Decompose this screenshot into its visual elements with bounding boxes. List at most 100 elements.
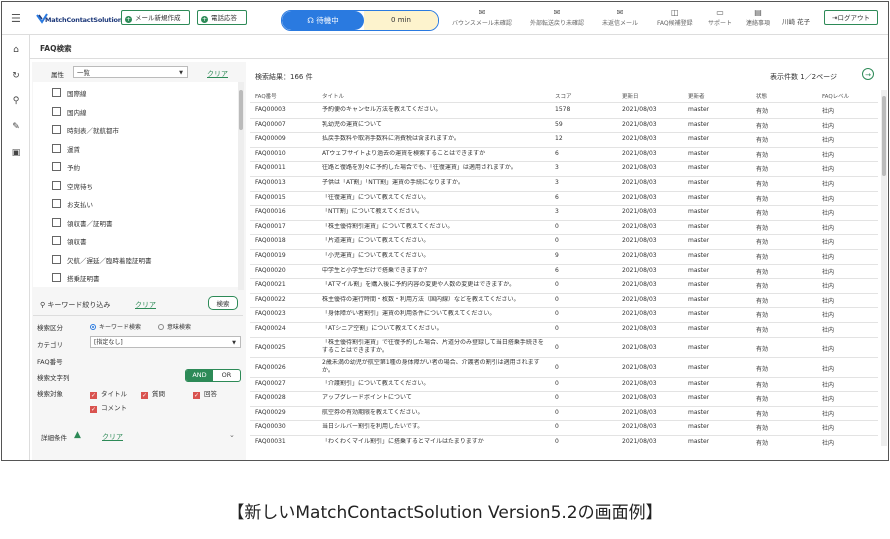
faq-title-cell[interactable]: 往路と復路を別々に予約した場合でも、「往復運賃」は適用されますか。 bbox=[322, 164, 547, 172]
logout-button[interactable]: ⇥ログアウト bbox=[824, 10, 878, 25]
search-button[interactable]: 検索 bbox=[208, 296, 238, 310]
checkbox-icon[interactable] bbox=[52, 273, 61, 282]
faq-title-cell[interactable]: 「株主優待割引運賃」で往復予約した場合、片道分のみ登録して当日搭乗手続きをするこ… bbox=[322, 339, 547, 355]
table-row[interactable]: FAQ00017 「株主優待割引運賃」について教えてください。 0 2021/08/0… bbox=[250, 220, 878, 236]
table-row[interactable]: FAQ00029 航空券の有効期限を教えてください。 0 2021/08/03 mast… bbox=[250, 406, 878, 422]
or-option[interactable]: OR bbox=[213, 370, 240, 381]
and-or-toggle[interactable]: AND OR bbox=[185, 369, 241, 382]
header-faq-candidate-button[interactable]: ◫ FAQ候補登録 bbox=[657, 8, 693, 27]
category-item[interactable]: 国際線 bbox=[52, 88, 87, 100]
attribute-clear-link[interactable]: クリア bbox=[207, 69, 228, 79]
table-row[interactable]: FAQ00011 往路と復路を別々に予約した場合でも、「往復運賃」は適用されますか… bbox=[250, 161, 878, 177]
faq-title-cell[interactable]: 当日シルバー割引を利用したいです。 bbox=[322, 423, 547, 431]
detail-clear-link[interactable]: クリア bbox=[102, 432, 123, 442]
faq-title-cell[interactable]: 払戻手数料や取消手数料に消費税は含まれますか。 bbox=[322, 135, 547, 143]
category-scrollbar[interactable] bbox=[238, 82, 244, 290]
table-row[interactable]: FAQ00010 ATウェブサイトより過去の運賃を検索することはできますか 6 202… bbox=[250, 147, 878, 163]
column-header[interactable]: スコア bbox=[555, 92, 572, 100]
next-page-button[interactable]: → bbox=[862, 68, 874, 80]
faq-title-cell[interactable]: 株主優待の運行時間・枚数・利用方法（国内線）などを教えてください。 bbox=[322, 296, 547, 304]
table-row[interactable]: FAQ00031 「わくわくマイル割引」に搭乗するとマイルはたまりますか 0 2021… bbox=[250, 435, 878, 448]
category-item[interactable]: 運賃 bbox=[52, 143, 80, 156]
faq-title-cell[interactable]: 予約便のキャンセル方法を教えてください。 bbox=[322, 106, 547, 114]
table-row[interactable]: FAQ00027 「介護割引」について教えてください。 0 2021/08/03 mas… bbox=[250, 377, 878, 393]
radio-semantic-search[interactable]: 意味検索 bbox=[158, 322, 191, 331]
table-row[interactable]: FAQ00009 払戻手数料や取消手数料に消費税は含まれますか。 12 2021/08… bbox=[250, 132, 878, 148]
phone-button[interactable]: + 電話応答 bbox=[197, 10, 247, 25]
history-icon[interactable]: ↻ bbox=[10, 70, 22, 82]
wrench-icon[interactable]: ✎ bbox=[10, 121, 22, 133]
faq-title-cell[interactable]: ATウェブサイトより過去の運賃を検索することはできますか bbox=[322, 150, 547, 158]
table-row[interactable]: FAQ00003 予約便のキャンセル方法を教えてください。 1578 2021/08/… bbox=[250, 103, 878, 119]
category-item[interactable]: 領収書 bbox=[52, 236, 87, 248]
table-row[interactable]: FAQ00007 乳幼児の運賃について 59 2021/08/03 master 有効 社内 bbox=[250, 118, 878, 134]
checkbox-icon[interactable] bbox=[52, 162, 61, 171]
checkbox-icon[interactable] bbox=[52, 199, 61, 208]
table-row[interactable]: FAQ00024 「ATシニア空割」について教えてください。 0 2021/08/03… bbox=[250, 322, 878, 338]
header-notice-button[interactable]: ▤ 連絡事項 bbox=[746, 8, 770, 27]
column-header[interactable]: FAQ番号 bbox=[255, 92, 277, 100]
header-bounce-mail-button[interactable]: ✉ バウンスメール未確認 bbox=[452, 8, 512, 27]
table-row[interactable]: FAQ00030 当日シルバー割引を利用したいです。 0 2021/08/03 mast… bbox=[250, 420, 878, 436]
scroll-thumb[interactable] bbox=[882, 96, 886, 176]
target-answer-checkbox[interactable]: ✓ 回答 bbox=[193, 388, 217, 399]
category-item[interactable]: 国内線 bbox=[52, 106, 87, 119]
table-row[interactable]: FAQ00025 「株主優待割引運賃」で往復予約した場合、片道分のみ登録して当日搭… bbox=[250, 337, 878, 358]
category-item[interactable]: 領収書／証明書 bbox=[52, 217, 113, 230]
checkbox-icon[interactable] bbox=[52, 217, 61, 227]
faq-title-cell[interactable]: 子供は「AT割」「NTT割」運賃の手続になりますか。 bbox=[322, 179, 547, 187]
keyword-clear-link[interactable]: クリア bbox=[135, 300, 156, 310]
category-item[interactable]: 予約 bbox=[52, 162, 80, 174]
category-item[interactable]: 欠航／遅延／臨時着陸証明書 bbox=[52, 254, 152, 267]
faq-title-cell[interactable]: 航空券の有効期限を教えてください。 bbox=[322, 409, 547, 417]
search-icon[interactable]: ⚲ bbox=[10, 95, 22, 107]
column-header[interactable]: 状態 bbox=[756, 92, 767, 100]
checkbox-icon[interactable] bbox=[52, 180, 61, 190]
table-row[interactable]: FAQ00020 中学生と小学生だけで搭乗できますか？ 6 2021/08/03 mas… bbox=[250, 264, 878, 280]
and-option[interactable]: AND bbox=[186, 370, 213, 381]
lock-icon[interactable]: ▣ bbox=[10, 147, 22, 159]
checkbox-icon[interactable] bbox=[52, 254, 61, 264]
checkbox-icon[interactable] bbox=[52, 143, 61, 153]
faq-title-cell[interactable]: 2歳未満の幼児が航空第1種の身体障がい者の場合、介護者の割引は適用されますか。 bbox=[322, 359, 547, 375]
table-row[interactable]: FAQ00019 「小児運賃」について教えてください。 9 2021/08/03 mas… bbox=[250, 249, 878, 265]
header-unreplied-mail-button[interactable]: ✉ 未返信メール bbox=[602, 8, 638, 27]
checkbox-icon[interactable] bbox=[52, 106, 61, 116]
table-row[interactable]: FAQ00026 2歳未満の幼児が航空第1種の身体障がい者の場合、介護者の割引は適… bbox=[250, 357, 878, 378]
target-title-checkbox[interactable]: ✓ タイトル bbox=[90, 388, 127, 399]
faq-title-cell[interactable]: 「身体障がい者割引」運賃の利用条件について教えてください。 bbox=[322, 310, 547, 318]
new-mail-button[interactable]: + メール新規作成 bbox=[121, 10, 190, 25]
faq-title-cell[interactable]: 「株主優待割引運賃」について教えてください。 bbox=[322, 223, 547, 231]
faq-title-cell[interactable]: 「NTT割」について教えてください。 bbox=[322, 208, 547, 216]
table-scrollbar[interactable] bbox=[881, 90, 887, 446]
table-row[interactable]: FAQ00018 「片道運賃」について教えてください。 0 2021/08/03 mas… bbox=[250, 234, 878, 250]
faq-title-cell[interactable]: アップグレードポイントについて bbox=[322, 394, 547, 402]
faq-title-cell[interactable]: 「わくわくマイル割引」に搭乗するとマイルはたまりますか bbox=[322, 438, 547, 446]
table-row[interactable]: FAQ00022 株主優待の運行時間・枚数・利用方法（国内線）などを教えてください… bbox=[250, 293, 878, 309]
faq-title-cell[interactable]: 「ATシニア空割」について教えてください。 bbox=[322, 325, 547, 333]
column-header[interactable]: タイトル bbox=[322, 92, 344, 100]
home-icon[interactable]: ⌂ bbox=[10, 44, 22, 56]
detail-conditions[interactable]: 詳細条件 ▲ クリア ⌄ bbox=[33, 429, 243, 443]
faq-title-cell[interactable]: 「小児運賃」について教えてください。 bbox=[322, 252, 547, 260]
column-header[interactable]: 更新日 bbox=[622, 92, 639, 100]
faq-title-cell[interactable]: 中学生と小学生だけで搭乗できますか？ bbox=[322, 267, 547, 275]
column-header[interactable]: FAQレベル bbox=[822, 92, 849, 100]
faq-title-cell[interactable]: 「片道運賃」について教えてください。 bbox=[322, 237, 547, 245]
table-row[interactable]: FAQ00013 子供は「AT割」「NTT割」運賃の手続になりますか。 3 2021/… bbox=[250, 176, 878, 192]
table-row[interactable]: FAQ00015 「往復運賃」について教えてください。 6 2021/08/03 mas… bbox=[250, 191, 878, 207]
faq-title-cell[interactable]: 「往復運賃」について教えてください。 bbox=[322, 194, 547, 202]
checkbox-icon[interactable] bbox=[52, 125, 61, 134]
faq-title-cell[interactable]: 乳幼児の運賃について bbox=[322, 121, 547, 129]
faq-title-cell[interactable]: 「介護割引」について教えてください。 bbox=[322, 380, 547, 388]
target-comment-checkbox[interactable]: ✓ コメント bbox=[90, 402, 127, 413]
category-item[interactable]: 時刻表／就航都市 bbox=[52, 125, 119, 137]
menu-icon[interactable]: ☰ bbox=[11, 12, 21, 25]
header-forward-return-button[interactable]: ✉ 外部転送戻り未確認 bbox=[530, 8, 584, 27]
status-toggle[interactable]: ☊ 待機中 0 min bbox=[281, 10, 439, 31]
column-header[interactable]: 更新者 bbox=[688, 92, 705, 100]
category-select[interactable]: [指定なし] ▼ bbox=[90, 336, 241, 348]
category-item[interactable]: 搭乗証明書 bbox=[52, 273, 100, 285]
target-question-checkbox[interactable]: ✓ 質問 bbox=[141, 388, 165, 399]
category-item[interactable]: お支払い bbox=[52, 199, 93, 211]
